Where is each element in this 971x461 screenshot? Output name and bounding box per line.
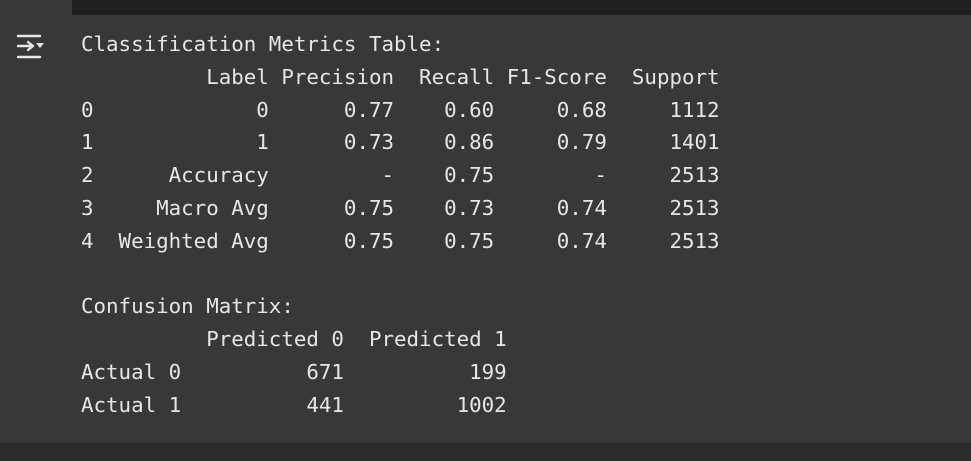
metrics-header-row: Label Precision Recall F1-Score Support	[81, 64, 720, 89]
output-toggle-icon-svg	[16, 34, 44, 59]
output-toggle-icon[interactable]	[14, 33, 50, 61]
notebook-top-bar	[0, 0, 971, 15]
metrics-row-0: 0 0 0.77 0.60 0.68 1112	[81, 97, 720, 122]
cell-gutter-top	[0, 0, 72, 15]
metrics-row-macro-avg: 3 Macro Avg 0.75 0.73 0.74 2513	[81, 195, 720, 220]
confusion-matrix-title: Confusion Matrix:	[81, 294, 294, 319]
notebook-bottom-bar	[0, 443, 971, 461]
metrics-row-weighted-avg: 4 Weighted Avg 0.75 0.75 0.74 2513	[81, 228, 720, 253]
cell-output-text: Classification Metrics Table: Label Prec…	[81, 28, 720, 422]
metrics-row-1: 1 1 0.73 0.86 0.79 1401	[81, 130, 720, 155]
metrics-row-accuracy: 2 Accuracy - 0.75 - 2513	[81, 163, 720, 188]
confusion-row-actual-1: Actual 1 441 1002	[81, 392, 507, 417]
confusion-row-actual-0: Actual 0 671 199	[81, 359, 507, 384]
output-line-title: Classification Metrics Table:	[81, 32, 445, 56]
confusion-header-row: Predicted 0 Predicted 1	[81, 327, 507, 352]
